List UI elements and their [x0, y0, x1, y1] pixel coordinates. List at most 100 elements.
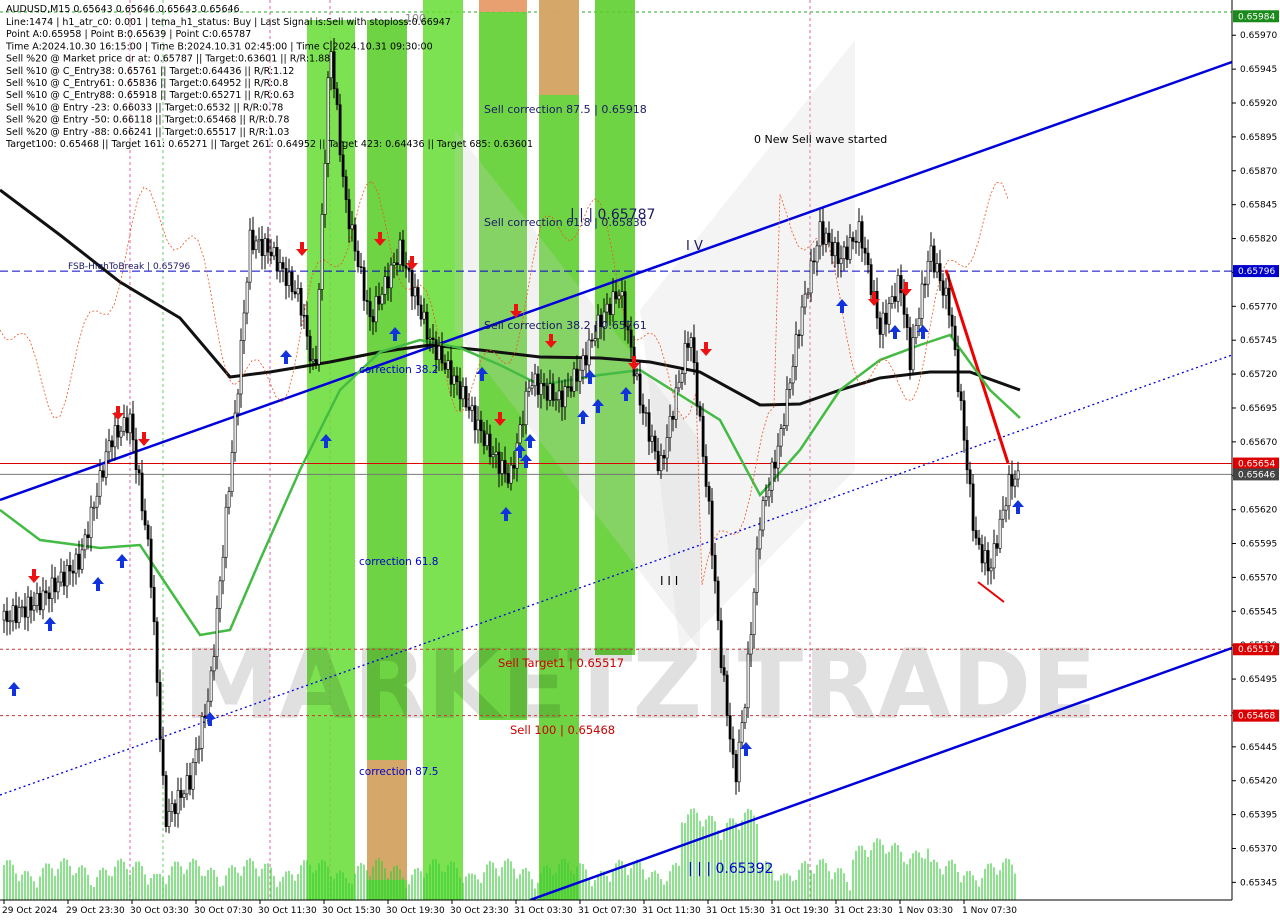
candle-body	[464, 386, 468, 408]
candle-body	[314, 359, 318, 365]
candle-body	[410, 269, 414, 297]
candle-body	[320, 214, 324, 290]
candle-body	[989, 567, 993, 572]
candle-body	[860, 221, 864, 249]
candle-body	[80, 549, 84, 570]
candle-body	[452, 375, 456, 385]
candle-body	[977, 537, 981, 545]
price-tag-label: 0.65517	[1238, 645, 1275, 655]
y-tick-label: 0.65870	[1240, 167, 1277, 177]
candle-body	[581, 355, 585, 371]
y-tick-label: 0.65395	[1240, 811, 1277, 821]
candle-body	[677, 381, 681, 389]
candle-body	[449, 360, 453, 385]
y-tick-label: 0.65420	[1240, 777, 1277, 787]
info-line: Time A:2024.10.30 16:15:00 | Time B:2024…	[5, 41, 433, 52]
candle-body	[857, 221, 861, 243]
candle-body	[221, 556, 225, 582]
candle-body	[218, 580, 222, 609]
candle-body	[359, 266, 363, 268]
candle-body	[797, 334, 801, 336]
x-tick-label: 30 Oct 11:30	[258, 906, 317, 916]
candle-body	[113, 425, 117, 448]
candle-body	[212, 656, 216, 672]
y-tick-label: 0.65845	[1240, 201, 1277, 211]
candle-body	[959, 391, 963, 401]
candle-body	[674, 387, 678, 420]
x-tick-label: 31 Oct 03:30	[514, 906, 573, 916]
candle-body	[917, 318, 921, 326]
candle-body	[716, 580, 720, 621]
candle-body	[470, 405, 474, 411]
candle-body	[182, 793, 186, 798]
candle-body	[35, 593, 39, 606]
candle-body	[305, 315, 309, 337]
candle-body	[155, 621, 159, 683]
candle-body	[176, 790, 180, 814]
candle-body	[74, 553, 78, 574]
candle-body	[866, 252, 870, 265]
candle-body	[833, 242, 837, 257]
candle-body	[842, 246, 846, 260]
candle-body	[65, 565, 69, 587]
candle-body	[803, 293, 807, 308]
candle-body	[1016, 470, 1020, 480]
x-tick-label: 30 Oct 07:30	[194, 906, 253, 916]
candle-body	[818, 221, 822, 247]
candle-body	[269, 251, 273, 257]
candle-body	[413, 287, 417, 297]
candle-body	[44, 590, 48, 594]
y-tick-label: 0.65695	[1240, 404, 1277, 414]
candle-body	[296, 288, 300, 295]
candle-body	[671, 416, 675, 420]
candle-body	[1013, 478, 1017, 487]
candle-body	[767, 489, 771, 498]
candle-body	[8, 620, 12, 623]
candle-body	[752, 591, 756, 636]
candle-body	[392, 262, 396, 266]
candle-body	[944, 287, 948, 296]
candle-body	[629, 329, 633, 348]
candle-body	[20, 606, 24, 609]
candle-body	[731, 738, 735, 755]
y-tick-label: 0.65495	[1240, 675, 1277, 685]
candle-body	[662, 455, 666, 459]
candle-body	[386, 276, 390, 289]
candle-body	[29, 596, 33, 611]
candle-body	[668, 416, 672, 438]
y-tick-label: 0.65745	[1240, 336, 1277, 346]
candle-body	[101, 470, 105, 478]
symbol-header: AUDUSD,M15 0.65643 0.65646 0.65643 0.656…	[6, 4, 240, 15]
candle-body	[41, 590, 45, 611]
candle-body	[425, 311, 429, 340]
info-line: Sell %10 @ C_Entry88: 0.65918 || Target:…	[6, 90, 294, 101]
candle-body	[86, 534, 90, 538]
candle-body	[1001, 509, 1005, 520]
candle-body	[14, 605, 18, 623]
candle-body	[950, 314, 954, 327]
candle-body	[95, 495, 99, 508]
y-tick-label: 0.65770	[1240, 302, 1277, 312]
info-line: Point A:0.65958 | Point B:0.65639 | Poin…	[6, 29, 251, 40]
candle-body	[578, 369, 582, 382]
candle-body	[275, 247, 279, 272]
candle-body	[53, 577, 57, 593]
candle-body	[728, 715, 732, 740]
price-chart[interactable]: MARKETZITRADE FSB-HighToBreak | 0.65796 S…	[0, 0, 1280, 920]
candle-body	[287, 271, 291, 286]
x-tick-label: 31 Oct 19:30	[770, 906, 829, 916]
x-tick-label: 30 Oct 19:30	[386, 906, 445, 916]
indicator-zone	[367, 760, 407, 880]
x-tick-label: 30 Oct 15:30	[322, 906, 381, 916]
candle-body	[968, 469, 972, 485]
candle-body	[149, 538, 153, 588]
candle-body	[749, 634, 753, 655]
x-tick-label: 31 Oct 23:30	[834, 906, 893, 916]
candle-body	[278, 262, 282, 272]
candle-body	[407, 267, 411, 271]
candle-body	[347, 199, 351, 230]
candle-body	[416, 287, 420, 306]
candle-body	[257, 238, 261, 242]
candle-body	[542, 382, 546, 387]
chart-annotation: | | | 0.65392	[688, 861, 773, 877]
